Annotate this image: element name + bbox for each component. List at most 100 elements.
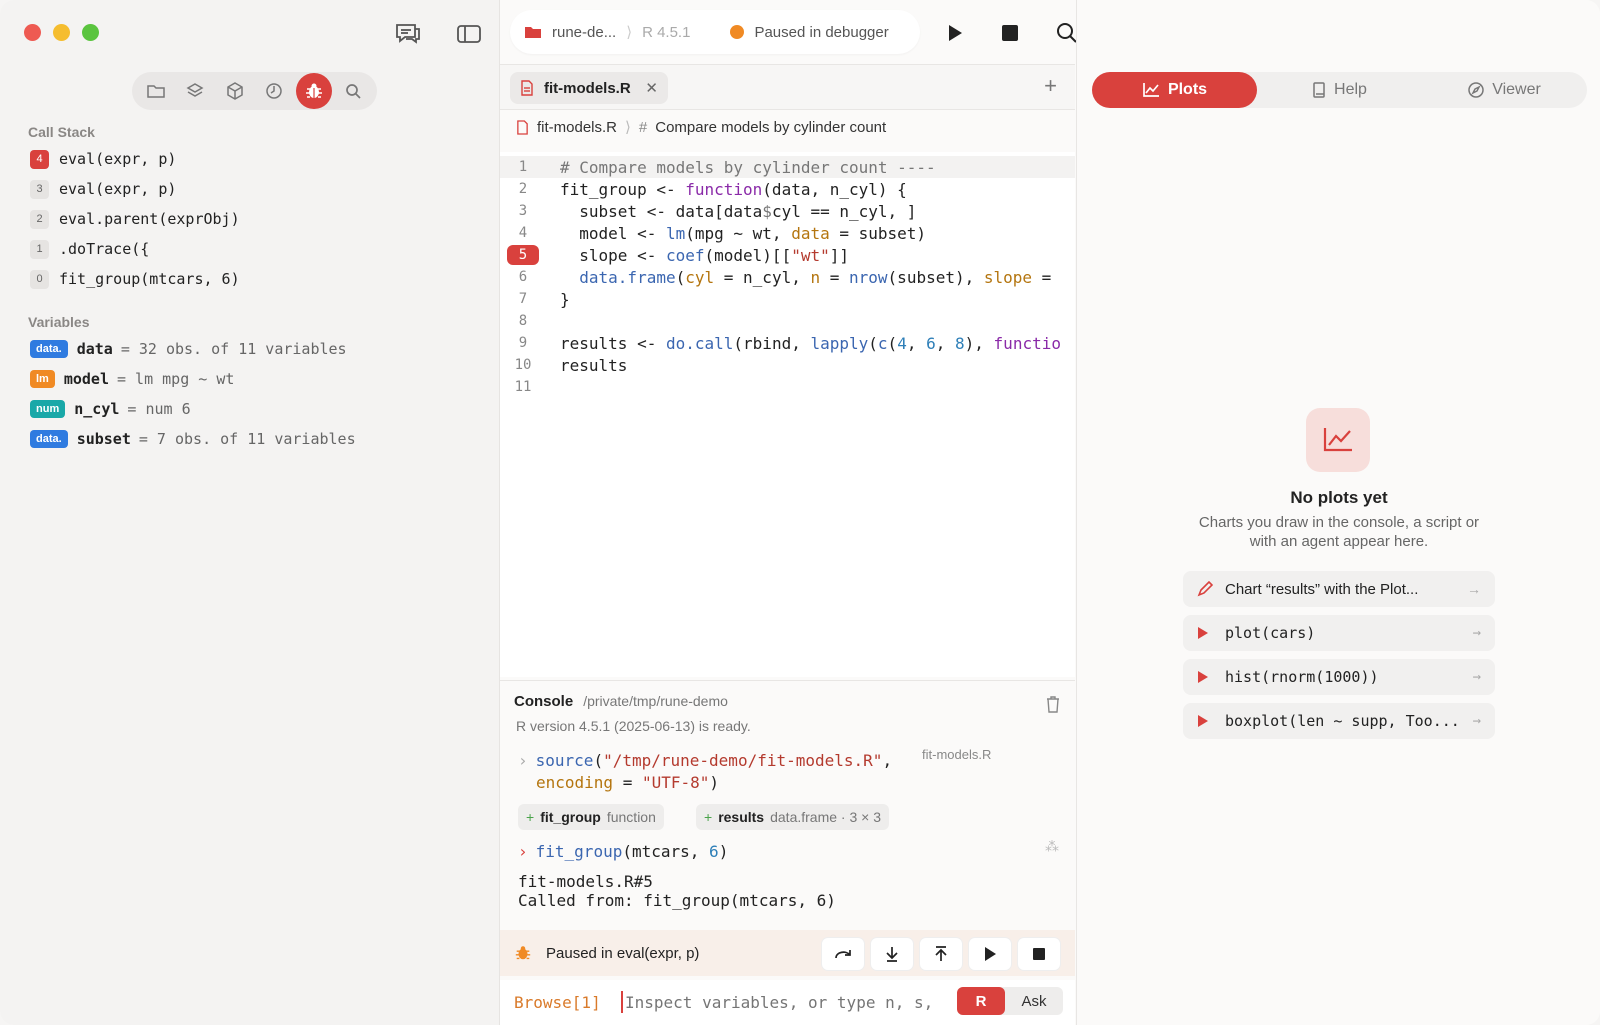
search-tab[interactable] xyxy=(336,75,372,107)
debugger-status: Paused in debugger xyxy=(754,23,889,41)
layers-icon xyxy=(186,83,204,97)
arrow-right-icon: → xyxy=(1472,625,1481,641)
maximize-window-button[interactable] xyxy=(82,24,99,41)
empty-description-line: Charts you draw in the console, a script… xyxy=(1198,514,1480,531)
suggestion-item[interactable]: hist(rnorm(1000)) → xyxy=(1183,659,1495,695)
tab-viewer[interactable]: Viewer xyxy=(1422,72,1587,108)
close-window-button[interactable] xyxy=(24,24,41,41)
step-out-icon xyxy=(935,946,947,961)
bug-icon xyxy=(515,946,531,960)
variable-value: = num 6 xyxy=(127,400,191,418)
created-object-chip[interactable]: + fit_group function xyxy=(518,804,664,830)
variable-row[interactable]: data. subset = 7 obs. of 11 variables xyxy=(30,427,356,451)
debugger-tab[interactable] xyxy=(296,73,332,109)
stop-icon xyxy=(1033,948,1045,960)
suggestion-item[interactable]: Chart “results” with the Plot... → xyxy=(1183,571,1495,607)
step-over-icon xyxy=(835,950,851,959)
app-window: Call Stack 4 eval(expr, p) 3 eval(expr, … xyxy=(0,0,1600,1025)
variable-name: model xyxy=(63,370,109,388)
sidebar-tabs xyxy=(132,72,377,110)
call-stack-title: Call Stack xyxy=(28,124,95,140)
chip-name: fit_group xyxy=(540,809,601,825)
packages-tab[interactable] xyxy=(217,75,253,107)
stop-debug-button[interactable] xyxy=(1018,938,1060,970)
line-number: 6 xyxy=(518,269,528,285)
console-source-command: › source("/tmp/rune-demo/fit-models.R", e… xyxy=(518,751,893,792)
empty-plots-icon xyxy=(1306,408,1370,472)
arrow-right-icon: → xyxy=(1467,581,1481,597)
play-icon xyxy=(1198,627,1208,639)
stack-frame[interactable]: 3 eval(expr, p) xyxy=(30,177,176,201)
line-number: 1 xyxy=(518,159,528,175)
mode-ask-button[interactable]: Ask xyxy=(1005,987,1063,1015)
pause-status-icon xyxy=(730,25,745,39)
stack-frame[interactable]: 1 .doTrace({ xyxy=(30,237,149,261)
line-number: 4 xyxy=(518,225,528,241)
trash-icon[interactable] xyxy=(1045,695,1061,713)
frame-label: eval.parent(exprObj) xyxy=(59,210,240,228)
environment-tab[interactable] xyxy=(178,75,214,107)
stack-frame[interactable]: 0 fit_group(mtcars, 6) xyxy=(30,267,240,291)
step-over-button[interactable] xyxy=(822,938,864,970)
r-file-icon xyxy=(521,80,533,96)
suggestion-item[interactable]: boxplot(len ~ supp, Too... → xyxy=(1183,703,1495,739)
tab-label: fit-models.R xyxy=(544,79,631,97)
history-tab[interactable] xyxy=(257,75,293,107)
tab-fit-models[interactable]: fit-models.R ✕ xyxy=(510,72,668,104)
frame-label: eval(expr, p) xyxy=(59,180,177,198)
play-icon xyxy=(1198,671,1208,683)
empty-description-line: with an agent appear here. xyxy=(1249,533,1429,550)
output-line: fit-models.R#5 xyxy=(518,872,653,891)
output-line: Called from: fit_group(mtcars, 6) xyxy=(518,891,836,910)
project-name[interactable]: rune-de... xyxy=(552,24,616,41)
variable-type-badge: num xyxy=(30,400,66,418)
new-tab-button[interactable]: + xyxy=(1044,73,1057,99)
breakpoint-marker[interactable]: 5 xyxy=(507,245,539,265)
code-editor[interactable]: 1 # Compare models by cylinder count ----… xyxy=(500,152,1075,677)
frame-number: 1 xyxy=(30,239,49,259)
variable-value: = 32 obs. of 11 variables xyxy=(120,340,347,358)
frame-number: 0 xyxy=(30,269,49,289)
created-object-chip[interactable]: + results data.frame · 3 × 3 xyxy=(696,804,890,830)
stack-frame[interactable]: 4 eval(expr, p) xyxy=(30,147,176,171)
tab-help[interactable]: Help xyxy=(1257,72,1422,108)
variable-row[interactable]: data. data = 32 obs. of 11 variables xyxy=(30,337,347,361)
sidebar-toggle-icon[interactable] xyxy=(453,20,485,48)
console-input[interactable] xyxy=(625,989,935,1015)
tab-label: Help xyxy=(1334,81,1367,98)
frame-number: 3 xyxy=(30,179,49,199)
files-tab[interactable] xyxy=(138,75,174,107)
run-button[interactable] xyxy=(938,16,972,50)
arrow-right-icon: → xyxy=(1472,713,1481,729)
suggestion-label: hist(rnorm(1000)) xyxy=(1225,668,1379,686)
line-number: 7 xyxy=(518,291,528,307)
step-out-button[interactable] xyxy=(920,938,962,970)
minimize-window-button[interactable] xyxy=(53,24,70,41)
suggestion-label: boxplot(len ~ supp, Too... xyxy=(1225,712,1460,730)
stack-frame[interactable]: 2 eval.parent(exprObj) xyxy=(30,207,240,231)
breadcrumb-section[interactable]: Compare models by cylinder count xyxy=(655,119,886,136)
tab-label: Plots xyxy=(1167,81,1208,98)
variable-type-badge: lm xyxy=(30,370,55,388)
line-number: 10 xyxy=(514,357,532,373)
chart-icon xyxy=(1323,428,1352,452)
tab-plots[interactable]: Plots xyxy=(1092,72,1257,108)
suggestion-item[interactable]: plot(cars) → xyxy=(1183,615,1495,651)
empty-title: No plots yet xyxy=(1290,488,1388,507)
line-number: 2 xyxy=(518,181,528,197)
suggestion-label: Chart “results” with the Plot... xyxy=(1225,580,1419,598)
chat-icon[interactable] xyxy=(392,20,424,48)
spinner-icon: ⁂ xyxy=(1045,838,1059,854)
stop-button[interactable] xyxy=(993,16,1027,50)
close-tab-icon[interactable]: ✕ xyxy=(645,79,658,97)
continue-button[interactable] xyxy=(969,938,1011,970)
clock-icon xyxy=(266,83,282,99)
step-into-button[interactable] xyxy=(871,938,913,970)
frame-number: 2 xyxy=(30,209,49,229)
mode-r-button[interactable]: R xyxy=(957,987,1005,1015)
variable-row[interactable]: lm model = lm mpg ~ wt xyxy=(30,367,234,391)
line-number: 9 xyxy=(518,335,528,351)
breadcrumb-file[interactable]: fit-models.R xyxy=(537,119,617,136)
variable-row[interactable]: num n_cyl = num 6 xyxy=(30,397,191,421)
line-number: 8 xyxy=(518,313,528,329)
